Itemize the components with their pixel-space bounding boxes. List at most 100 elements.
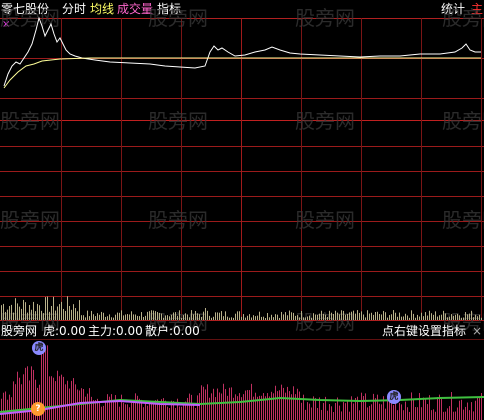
volume-bar: [303, 317, 304, 320]
volume-bar: [163, 317, 164, 320]
tiger-badge-icon[interactable]: 虎: [387, 390, 401, 404]
volume-bar: [141, 312, 142, 320]
indicator-bar: [215, 397, 216, 420]
volume-bar: [253, 315, 254, 320]
volume-bar: [349, 312, 350, 320]
indicator-bar: [419, 393, 420, 420]
volume-bar: [127, 314, 128, 320]
volume-bar: [197, 313, 198, 320]
indicator-bar: [453, 411, 454, 420]
indicator-bar: [277, 391, 278, 420]
indicator-bar: [187, 397, 188, 420]
indicator-bar: [191, 394, 192, 420]
volume-bar: [175, 312, 176, 320]
indicator-bar: [475, 400, 476, 420]
indicator-bar: [403, 410, 404, 420]
average-line: [3, 57, 481, 89]
volume-bar: [113, 317, 114, 320]
indicator-bar: [323, 402, 324, 420]
indicator-bar: [255, 392, 256, 420]
indicator-bar: [73, 378, 74, 420]
indicator-bar: [321, 409, 322, 420]
volume-bar: [419, 316, 420, 320]
volume-bar: [369, 313, 370, 320]
volume-bar: [293, 312, 294, 320]
indicator-bar: [3, 392, 4, 420]
volume-bar: [187, 314, 188, 320]
set-indicator-hint[interactable]: 点右键设置指标: [382, 324, 466, 338]
indicator-name[interactable]: 股旁网: [1, 324, 37, 338]
volume-bar: [167, 315, 168, 320]
tiger-badge-icon[interactable]: 虎: [32, 341, 46, 355]
volume-bar: [397, 316, 398, 320]
volume-bar: [435, 311, 436, 320]
volume-bar: [291, 312, 292, 320]
volume-bar: [249, 314, 250, 320]
volume-bar: [447, 317, 448, 320]
indicator-bar: [151, 403, 152, 420]
volume-bar: [459, 315, 460, 320]
volume-bar: [407, 315, 408, 320]
volume-bar: [129, 314, 130, 320]
indicator-bar: [127, 404, 128, 420]
volume-bar: [231, 317, 232, 320]
volume-bar: [309, 315, 310, 320]
indicator-bar: [221, 393, 222, 420]
volume-bar: [337, 312, 338, 320]
volume-bar: [301, 310, 302, 320]
volume-bar: [237, 311, 238, 320]
volume-bar: [265, 317, 266, 320]
volume-bar: [421, 312, 422, 320]
volume-bar: [267, 313, 268, 320]
volume-bar: [241, 316, 242, 320]
volume-bar: [269, 317, 270, 320]
volume-bar: [1, 305, 2, 320]
tiger-value: 虎:0.00: [43, 324, 86, 338]
close-icon[interactable]: ×: [472, 324, 482, 338]
indicator-bar: [225, 389, 226, 420]
volume-bar: [29, 305, 30, 320]
volume-bar: [117, 312, 118, 320]
indicator-bar: [445, 411, 446, 420]
indicator-bar: [7, 399, 8, 420]
volume-bar: [115, 314, 116, 320]
indicator-bar: [477, 397, 478, 420]
indicator-bar: [79, 390, 80, 420]
volume-bar: [65, 310, 66, 320]
indicator-bar: [473, 411, 474, 420]
volume-bar: [445, 313, 446, 320]
volume-bar: [399, 312, 400, 320]
volume-bar: [221, 311, 222, 320]
volume-bar: [57, 306, 58, 320]
volume-bar: [411, 310, 412, 320]
indicator-bar: [119, 406, 120, 420]
indicator-bar: [317, 407, 318, 420]
question-badge-icon[interactable]: ?: [31, 402, 45, 416]
volume-bar: [77, 311, 78, 320]
volume-bar: [9, 306, 10, 320]
indicator-bar: [131, 402, 132, 420]
volume-bar: [21, 308, 22, 320]
volume-bar: [161, 313, 162, 320]
indicator-bar: [181, 406, 182, 420]
indicator-bar: [363, 396, 364, 420]
indicator-bar: [57, 370, 58, 420]
indicator-bar: [413, 399, 414, 420]
volume-bar: [389, 315, 390, 320]
volume-bar: [93, 314, 94, 320]
indicator-bar: [233, 397, 234, 420]
volume-bar: [125, 314, 126, 320]
volume-bar: [225, 311, 226, 320]
volume-bar: [165, 315, 166, 320]
indicator-bar: [197, 395, 198, 420]
indicator-bar: [63, 376, 64, 420]
indicator-bar: [345, 403, 346, 420]
volume-bar: [429, 310, 430, 320]
volume-bar: [195, 311, 196, 320]
volume-bar: [219, 312, 220, 320]
volume-bar: [23, 299, 24, 320]
volume-bar: [71, 309, 72, 320]
volume-bar: [229, 317, 230, 320]
indicator-bar: [103, 405, 104, 420]
intraday-chart[interactable]: [0, 0, 484, 420]
